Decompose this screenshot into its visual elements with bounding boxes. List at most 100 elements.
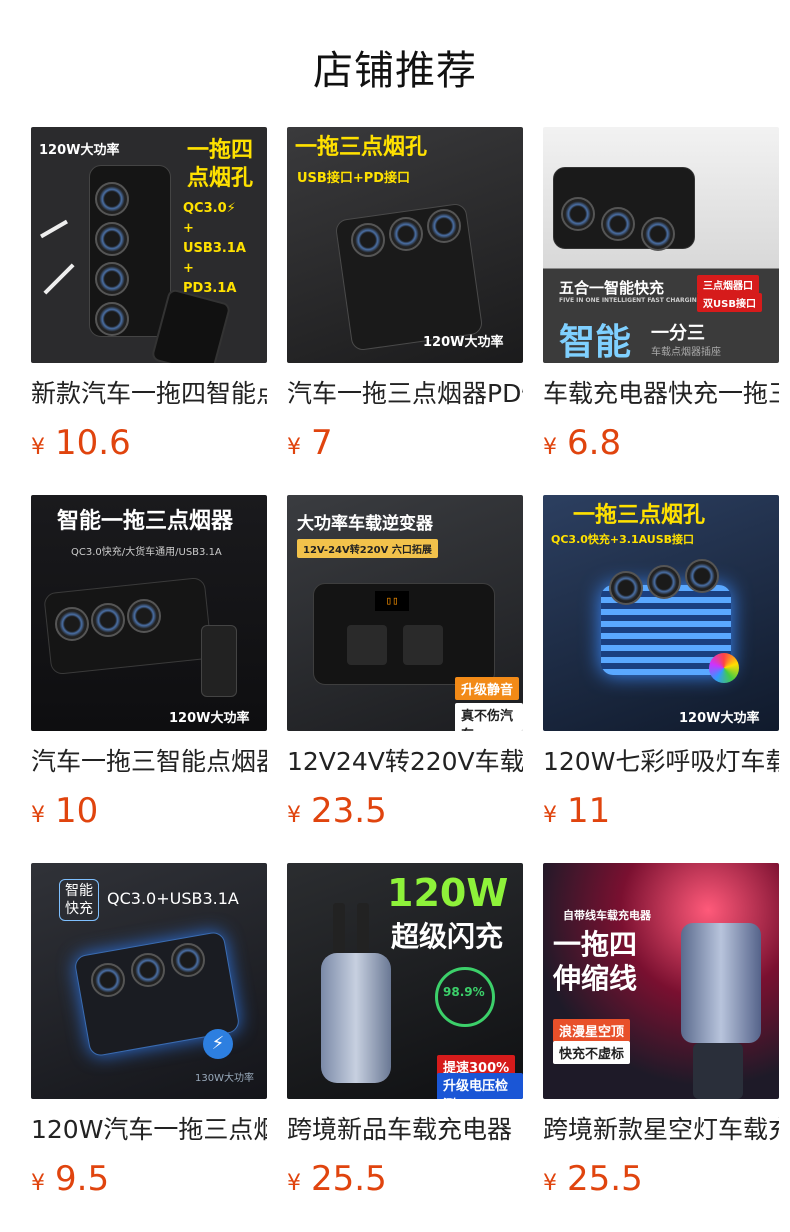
charger-body [681,923,761,1043]
price-value: 23.5 [311,791,387,831]
image-tag: 浪漫星空顶 [553,1019,631,1042]
image-text: QC3.0+USB3.1A [107,889,239,908]
image-tag: 12V-24V转220V 六口拓展 [297,539,438,558]
image-text: 一分三 [651,323,705,344]
socket-icon [389,217,423,251]
price-value: 25.5 [311,1159,387,1199]
image-text: 智能 [65,883,93,899]
socket-icon [685,559,719,593]
socket-icon [171,943,205,977]
product-image[interactable]: 自带线车载充电器 一拖四 伸缩线 浪漫星空顶 快充不虚标 [543,863,779,1099]
currency-symbol: ¥ [31,1171,45,1196]
socket-icon [131,953,165,987]
currency-symbol: ¥ [543,1171,557,1196]
socket-icon [91,963,125,997]
product-image[interactable]: 120W大功率 一拖四 点烟孔 QC3.0⚡ + USB3.1A + PD3.1… [31,127,267,363]
image-text: 一拖三点烟孔 [573,503,706,528]
outlet-icon [403,625,443,665]
currency-symbol: ¥ [31,803,45,828]
cable-icon [40,219,68,239]
product-image[interactable]: 大功率车载逆变器 12V-24V转220V 六口拓展 ▯▯ 升级静音 真不伤汽车 [287,495,523,731]
product-card[interactable]: 120W 超级闪充 98.9% 提速300% 升级电压检测 跨境新品车载充电器 … [287,863,523,1205]
image-text: 一拖四 [186,138,253,163]
image-text: 大功率车载逆变器 [297,514,433,534]
socket-icon [351,223,385,257]
image-text: 超级闪充 [391,920,504,953]
page-title: 店铺推荐 [313,48,477,94]
image-text: 120W大功率 [679,711,760,726]
product-name[interactable]: 跨境新款星空灯车载充电器 [543,1113,779,1147]
charger-body [321,953,391,1083]
image-tag: 升级静音 [455,677,520,700]
currency-symbol: ¥ [543,803,557,828]
product-card[interactable]: 一拖三点烟孔 QC3.0快充+3.1AUSB接口 120W大功率 120W七彩呼… [543,495,779,837]
product-card[interactable]: 一拖三点烟孔 USB接口+PD接口 120W大功率 汽车一拖三点烟器PD快充 ¥… [287,127,523,469]
product-price: ¥25.5 [543,1159,779,1205]
currency-symbol: ¥ [287,1171,301,1196]
product-price: ¥11 [543,791,779,837]
product-image[interactable]: 一拖三点烟孔 QC3.0快充+3.1AUSB接口 120W大功率 [543,495,779,731]
outlet-icon [347,625,387,665]
image-text: 智能一拖三点烟器 [57,509,234,534]
product-price: ¥7 [287,423,523,469]
plug-icon [201,625,237,697]
socket-icon [95,222,129,256]
product-price: ¥10.6 [31,423,267,469]
product-price: ¥23.5 [287,791,523,837]
socket-icon [95,182,129,216]
image-tag: 快充不虚标 [553,1041,631,1064]
product-image[interactable]: 120W 超级闪充 98.9% 提速300% 升级电压检测 [287,863,523,1099]
image-text: 120W大功率 [169,711,250,726]
product-image[interactable]: 智能一拖三点烟器 QC3.0快充/大货车通用/USB3.1A 120W大功率 [31,495,267,731]
product-name[interactable]: 120W汽车一拖三点烟器 [31,1113,267,1147]
product-card[interactable]: 五合一智能快充 FIVE IN ONE INTELLIGENT FAST CHA… [543,127,779,469]
product-image[interactable]: 智能 快充 QC3.0+USB3.1A ⚡ 130W大功率 [31,863,267,1099]
product-name[interactable]: 汽车一拖三点烟器PD快充 [287,377,523,411]
currency-symbol: ¥ [287,435,301,460]
product-card[interactable]: 智能 快充 QC3.0+USB3.1A ⚡ 130W大功率 120W汽车一拖三点… [31,863,267,1205]
image-text: 快充 [65,901,93,917]
image-text: QC3.0快充+3.1AUSB接口 [551,533,695,546]
product-name[interactable]: 车载充电器快充一拖三 [543,377,779,411]
socket-icon [601,207,635,241]
image-text: + [183,221,194,236]
currency-symbol: ¥ [31,435,45,460]
socket-icon [95,302,129,336]
image-text: FIVE IN ONE INTELLIGENT FAST CHARGING [559,297,702,304]
socket-icon [641,217,675,251]
product-image[interactable]: 五合一智能快充 FIVE IN ONE INTELLIGENT FAST CHA… [543,127,779,363]
product-card[interactable]: 大功率车载逆变器 12V-24V转220V 六口拓展 ▯▯ 升级静音 真不伤汽车… [287,495,523,837]
price-value: 7 [311,423,333,463]
product-name[interactable]: 新款汽车一拖四智能点烟器 [31,377,267,411]
product-name[interactable]: 12V24V转220V车载逆变器 [287,745,523,779]
image-text: 一拖三点烟孔 [295,135,428,160]
cable-icon [357,903,369,953]
product-card[interactable]: 智能一拖三点烟器 QC3.0快充/大货车通用/USB3.1A 120W大功率 汽… [31,495,267,837]
rgb-color-icon [709,653,739,683]
socket-icon [127,599,161,633]
image-text: 一拖四 [553,928,638,961]
cable-icon [43,263,75,295]
product-name[interactable]: 汽车一拖三智能点烟器 [31,745,267,779]
socket-icon [609,571,643,605]
image-text: 智能 [559,322,632,363]
image-text: 自带线车载充电器 [563,909,651,922]
product-card[interactable]: 自带线车载充电器 一拖四 伸缩线 浪漫星空顶 快充不虚标 跨境新款星空灯车载充电… [543,863,779,1205]
product-card[interactable]: 120W大功率 一拖四 点烟孔 QC3.0⚡ + USB3.1A + PD3.1… [31,127,267,469]
product-price: ¥25.5 [287,1159,523,1205]
product-price: ¥10 [31,791,267,837]
product-image[interactable]: 一拖三点烟孔 USB接口+PD接口 120W大功率 [287,127,523,363]
price-value: 11 [567,791,611,831]
product-name[interactable]: 120W七彩呼吸灯车载充电器 [543,745,779,779]
currency-symbol: ¥ [287,803,301,828]
product-name[interactable]: 跨境新品车载充电器 [287,1113,523,1147]
image-text: 120W [387,871,509,915]
price-value: 10 [55,791,99,831]
product-price: ¥9.5 [31,1159,267,1205]
socket-icon [561,197,595,231]
socket-icon [95,262,129,296]
image-text: 五合一智能快充 [559,279,665,297]
image-text: QC3.0快充/大货车通用/USB3.1A [71,547,222,558]
socket-icon [91,603,125,637]
image-tag: 双USB接口 [697,293,762,312]
